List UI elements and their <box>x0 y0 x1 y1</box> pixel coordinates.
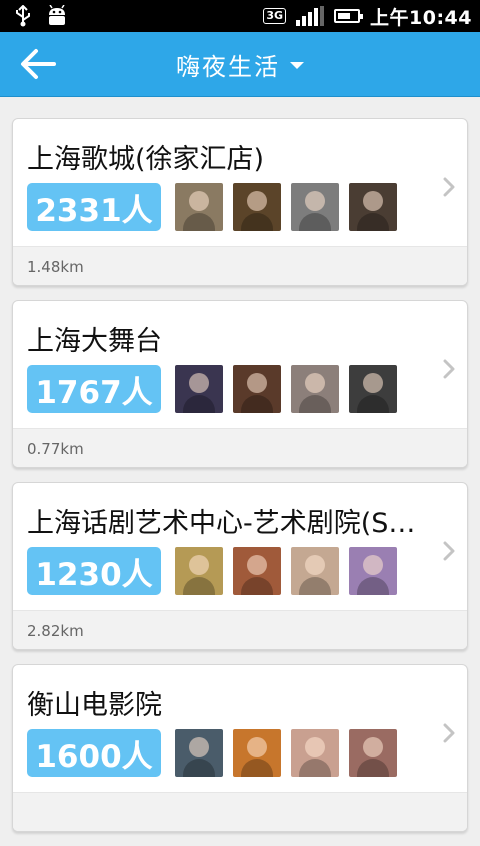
triangle-down-icon <box>290 62 304 69</box>
people-count-badge: 1767人 <box>27 365 161 413</box>
avatar[interactable] <box>175 183 223 231</box>
avatar[interactable] <box>291 547 339 595</box>
venue-card-0[interactable]: 上海歌城(徐家汇店) 2331人 1.48km <box>12 118 468 286</box>
network-type: 3G <box>263 8 287 24</box>
distance-label: 1.48km <box>27 258 84 276</box>
avatar-row <box>175 729 397 777</box>
distance-label: 2.82km <box>27 622 84 640</box>
venue-card-2[interactable]: 上海话剧艺术中心-艺术剧院(S… 1230人 2.82km <box>12 482 468 650</box>
venue-name: 上海大舞台 <box>27 326 162 357</box>
avatar[interactable] <box>175 547 223 595</box>
people-count-badge: 1230人 <box>27 547 161 595</box>
avatar-row <box>175 365 397 413</box>
chevron-right-icon <box>443 359 455 379</box>
category-dropdown[interactable]: 嗨夜生活 <box>0 32 480 96</box>
chevron-right-icon <box>443 177 455 197</box>
avatar[interactable] <box>349 183 397 231</box>
venue-name: 上海歌城(徐家汇店) <box>27 144 265 175</box>
card-footer: 1.48km <box>13 246 467 285</box>
venue-name: 衡山电影院 <box>27 690 162 721</box>
avatar[interactable] <box>175 729 223 777</box>
avatar[interactable] <box>233 365 281 413</box>
avatar[interactable] <box>291 729 339 777</box>
chevron-right-icon <box>443 723 455 743</box>
card-footer <box>13 792 467 831</box>
avatar[interactable] <box>233 547 281 595</box>
avatar[interactable] <box>233 183 281 231</box>
card-footer: 0.77km <box>13 428 467 467</box>
usb-icon <box>16 5 30 27</box>
android-debug-icon <box>49 5 65 25</box>
avatar-row <box>175 183 397 231</box>
signal-strength-icon <box>296 6 325 26</box>
app-header: 嗨夜生活 <box>0 32 480 97</box>
avatar[interactable] <box>291 365 339 413</box>
distance-label: 0.77km <box>27 440 84 458</box>
arrow-left-icon <box>21 49 56 79</box>
avatar[interactable] <box>233 729 281 777</box>
venue-list[interactable]: 上海歌城(徐家汇店) 2331人 1.48km 上海大舞台 1767人 0.77… <box>12 118 468 846</box>
avatar[interactable] <box>349 547 397 595</box>
venue-card-3[interactable]: 衡山电影院 1600人 <box>12 664 468 832</box>
battery-icon <box>334 9 364 23</box>
avatar[interactable] <box>349 365 397 413</box>
venue-name: 上海话剧艺术中心-艺术剧院(S… <box>27 508 416 539</box>
avatar-row <box>175 547 397 595</box>
people-count-badge: 1600人 <box>27 729 161 777</box>
page-title: 嗨夜生活 <box>176 52 280 81</box>
avatar[interactable] <box>175 365 223 413</box>
clock: 上午10:44 <box>370 6 472 29</box>
card-footer: 2.82km <box>13 610 467 649</box>
status-bar: 3G 上午10:44 <box>0 0 480 32</box>
chevron-right-icon <box>443 541 455 561</box>
avatar[interactable] <box>291 183 339 231</box>
back-button[interactable] <box>18 46 62 82</box>
people-count-badge: 2331人 <box>27 183 161 231</box>
avatar[interactable] <box>349 729 397 777</box>
notification-icons <box>14 4 68 28</box>
venue-card-1[interactable]: 上海大舞台 1767人 0.77km <box>12 300 468 468</box>
